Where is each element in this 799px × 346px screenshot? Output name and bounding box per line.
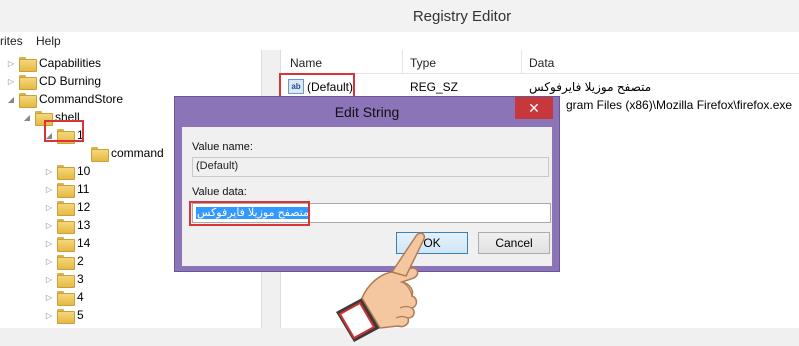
tree-item[interactable]: ▷ 14 [44,234,90,252]
collapse-arrow-icon[interactable]: ◢ [6,94,16,104]
tree-item[interactable]: ▷ 2 [44,252,84,270]
expand-arrow-icon[interactable]: ▷ [44,184,54,194]
menu-bar: rites Help [0,32,799,50]
tree-item[interactable]: ▷ 5 [44,306,84,324]
expand-arrow-icon[interactable]: ▷ [44,274,54,284]
value-data-label: Value data: [192,186,247,198]
expand-arrow-icon[interactable]: ▷ [44,256,54,266]
window-title: Registry Editor [412,7,512,25]
folder-icon [57,164,75,180]
menu-favorites[interactable]: rites [0,34,23,48]
row-data: gram Files (x86)\Mozilla Firefox\firefox… [566,98,793,112]
tree-item-label: 3 [77,272,84,286]
pointing-hand-icon [336,232,426,342]
value-name-text: (Default) [196,160,239,172]
expand-arrow-icon [78,148,88,158]
tree-item-label: 11 [77,182,90,196]
tree-item[interactable]: ▷ 11 [44,180,89,198]
tree-item[interactable]: ▷ Capabilities [6,54,101,72]
list-header: Name Type Data [281,50,799,74]
tree-item-label: Capabilities [39,56,102,70]
tree-item[interactable]: ▷ 4 [44,288,84,306]
list-row-default[interactable]: ab (Default) REG_SZ متصفح موزيلا فايرفوك… [281,78,799,96]
tree-item[interactable]: ▷ CD Burning [6,72,101,90]
folder-icon [57,182,75,198]
expand-arrow-icon[interactable]: ▷ [44,166,54,176]
tree-item-label: 13 [77,218,91,232]
title-bar: Registry Editor [0,0,799,32]
highlight-value-data [189,201,310,226]
tree-item[interactable]: ▷ 3 [44,270,84,288]
tree-item-label: 5 [77,308,84,322]
folder-icon [57,308,75,324]
collapse-arrow-icon[interactable]: ◢ [22,112,32,122]
tree-item[interactable]: ▷ 10 [44,162,90,180]
folder-icon [57,200,75,216]
tree-item-label: command [111,146,164,160]
folder-icon [57,254,75,270]
folder-icon [19,74,37,90]
tree-item[interactable]: ▷ 12 [44,198,90,216]
dialog-title-bar[interactable]: Edit String [175,97,559,127]
row-type: REG_SZ [410,80,459,94]
folder-icon [91,146,109,162]
expand-arrow-icon[interactable]: ▷ [6,58,16,68]
row-data: متصفح موزيلا فايرفوكس [529,80,652,94]
folder-icon [57,236,75,252]
tree-item-label: CommandStore [39,92,124,106]
tree-item-label: 14 [77,236,91,250]
folder-icon [19,56,37,72]
folder-icon [19,92,37,108]
expand-arrow-icon[interactable]: ▷ [44,202,54,212]
close-button[interactable]: ✕ [515,97,553,119]
expand-arrow-icon[interactable]: ▷ [44,238,54,248]
value-name-field: (Default) [192,157,549,177]
folder-icon [57,218,75,234]
tree-item[interactable]: ▷ 13 [44,216,90,234]
value-name-label: Value name: [192,141,253,153]
column-name[interactable]: Name [290,56,322,70]
cancel-button[interactable]: Cancel [478,232,550,254]
expand-arrow-icon[interactable]: ▷ [44,220,54,230]
close-icon: ✕ [528,99,540,116]
tree-item-label: 4 [77,290,84,304]
tree-item[interactable]: command [78,144,164,162]
cancel-label: Cancel [495,236,533,250]
tree-item-label: 10 [77,164,91,178]
tree-item-label: 12 [77,200,91,214]
highlight-key-1 [44,120,84,142]
expand-arrow-icon[interactable]: ▷ [6,76,16,86]
expand-arrow-icon[interactable]: ▷ [44,310,54,320]
tree-item-label: CD Burning [39,74,102,88]
column-data[interactable]: Data [529,56,554,70]
expand-arrow-icon[interactable]: ▷ [44,292,54,302]
menu-help[interactable]: Help [36,34,61,48]
folder-icon [57,290,75,306]
tree-item-label: 2 [77,254,84,268]
dialog-title: Edit String [334,104,400,120]
folder-icon [57,272,75,288]
column-type[interactable]: Type [410,56,436,70]
tree-item[interactable]: ◢ CommandStore [6,90,123,108]
